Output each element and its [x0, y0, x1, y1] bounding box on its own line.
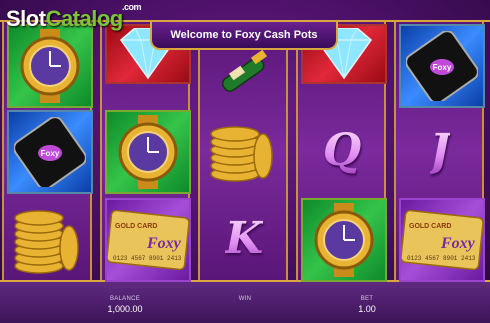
watch-icon — [20, 29, 80, 103]
card-title: GOLD CARD — [409, 223, 451, 230]
symbol-watch — [301, 198, 387, 282]
card-title: GOLD CARD — [115, 223, 157, 230]
symbol-k: K — [203, 198, 285, 278]
card-brand: Foxy — [146, 235, 182, 252]
watermark-logo: SlotCatalog .com — [6, 2, 142, 32]
gold-card-icon: GOLD CARD Foxy 0123 4567 8901 2413 — [401, 210, 483, 270]
phone-label: Foxy — [41, 149, 60, 158]
reel-1: Foxy — [2, 22, 93, 280]
card-number: 0123 4567 8901 2413 — [407, 255, 476, 262]
symbol-j: J — [399, 110, 481, 190]
bet-label: BET — [360, 296, 374, 302]
symbol-q: Q — [301, 110, 383, 190]
watch-icon — [314, 203, 374, 277]
balance-value: 1,000.00 — [107, 304, 143, 314]
phone-icon: Foxy — [406, 31, 478, 101]
logo-part-2: Catalog — [45, 6, 124, 31]
symbol-phone: Foxy — [399, 24, 485, 108]
welcome-banner: Welcome to Foxy Cash Pots — [150, 22, 338, 50]
symbol-q-letter: Q — [322, 124, 362, 176]
card-brand: Foxy — [440, 235, 476, 252]
reel-5: Foxy J GOLD CARD Foxy 0123 4567 8901 241… — [394, 22, 485, 282]
win-label: WIN — [238, 296, 252, 302]
reel-2: GOLD CARD Foxy 0123 4567 8901 2413 — [100, 22, 191, 282]
reel-4: Q — [296, 22, 387, 282]
balance-display: BALANCE 1,000.00 — [100, 296, 150, 314]
gold-card-icon: GOLD CARD Foxy 0123 4567 8901 2413 — [107, 210, 189, 270]
bet-display[interactable]: BET 1.00 — [344, 296, 390, 314]
symbol-gold-card: GOLD CARD Foxy 0123 4567 8901 2413 — [399, 198, 485, 282]
coins-icon — [14, 210, 79, 274]
coins-icon — [210, 126, 273, 182]
watch-icon — [118, 115, 178, 189]
phone-label: Foxy — [433, 63, 452, 72]
win-display: WIN — [222, 296, 268, 304]
symbol-gold-card: GOLD CARD Foxy 0123 4567 8901 2413 — [105, 198, 191, 282]
logo-domain: .com — [122, 2, 142, 12]
symbol-phone: Foxy — [7, 110, 93, 194]
symbol-k-letter: K — [224, 212, 264, 264]
champagne-icon — [221, 49, 268, 92]
card-number: 0123 4567 8901 2413 — [113, 255, 182, 262]
phone-icon: Foxy — [14, 117, 86, 187]
welcome-text: Welcome to Foxy Cash Pots — [170, 29, 318, 41]
symbol-watch — [105, 110, 191, 194]
symbol-champagne — [203, 44, 285, 104]
reel-3: K — [198, 22, 288, 280]
symbol-coins — [203, 110, 285, 190]
bet-value: 1.00 — [358, 304, 376, 314]
symbol-watch — [7, 24, 93, 108]
symbol-coins — [7, 198, 89, 278]
balance-label: BALANCE — [109, 296, 141, 302]
logo-part-1: Slot — [6, 6, 46, 31]
symbol-j-letter: J — [429, 124, 451, 176]
